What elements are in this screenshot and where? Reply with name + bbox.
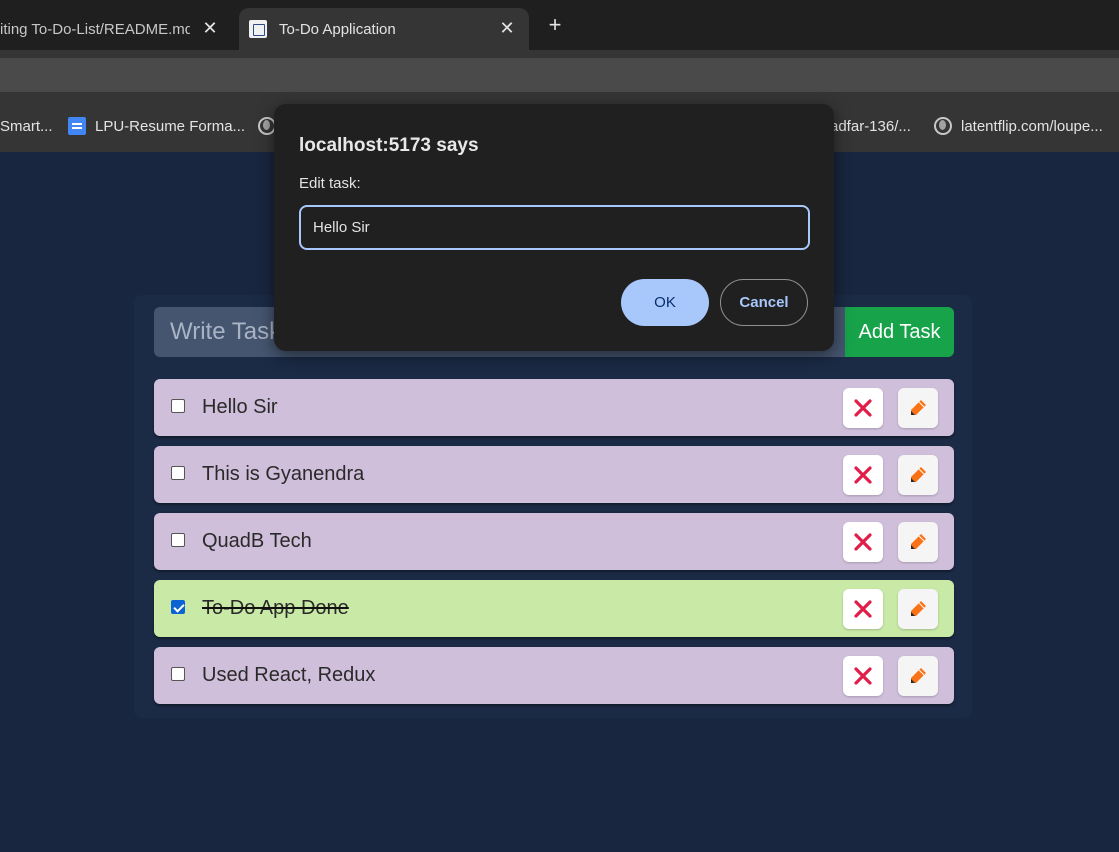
pencil-icon [911,601,926,616]
task-checkbox[interactable] [171,667,185,681]
edit-task-button[interactable] [898,455,938,495]
task-text: QuadB Tech [202,530,312,552]
bookmark-label: Smart... [0,117,53,135]
task-text: This is Gyanendra [202,463,365,485]
tab-todo-application[interactable]: To-Do Application ✕ [239,8,529,50]
notepad-favicon-icon [249,20,267,38]
pencil-icon [911,534,926,549]
tab-close-icon[interactable]: ✕ [200,18,220,38]
bookmark-lpu-resume[interactable]: LPU-Resume Forma... [68,116,245,136]
tab-title: To-Do Application [279,20,396,38]
ok-button[interactable]: OK [621,279,709,326]
task-checkbox[interactable] [171,533,185,547]
delete-task-button[interactable] [843,656,883,696]
edit-task-button[interactable] [898,589,938,629]
edit-task-button[interactable] [898,388,938,428]
delete-task-button[interactable] [843,589,883,629]
close-x-icon [854,667,872,685]
new-tab-icon[interactable]: + [545,13,565,37]
prompt-dialog: localhost:5173 says Edit task: OK Cancel [274,104,834,351]
address-bar[interactable] [0,58,1119,92]
dialog-title: localhost:5173 says [299,135,479,156]
task-text: Hello Sir [202,396,278,418]
browser-tab-bar: iting To-Do-List/README.md ✕ To-Do Appli… [0,0,1119,50]
globe-icon [934,117,952,135]
close-x-icon [854,466,872,484]
bookmark-latentflip[interactable]: latentflip.com/loupe... [934,116,1103,136]
cancel-button[interactable]: Cancel [720,279,808,326]
task-text: To-Do App Done [202,597,349,619]
add-task-button[interactable]: Add Task [845,307,954,357]
delete-task-button[interactable] [843,522,883,562]
bookmark-adfar[interactable]: adfar-136/... [830,116,911,136]
dialog-message: Edit task: [299,175,361,192]
bookmark-label: adfar-136/... [830,117,911,135]
task-checkbox[interactable] [171,399,185,413]
tab-title: iting To-Do-List/README.md [0,20,190,38]
task-item: This is Gyanendra [154,446,954,503]
close-x-icon [854,533,872,551]
tab-close-icon[interactable]: ✕ [497,18,517,38]
delete-task-button[interactable] [843,455,883,495]
browser-toolbar [0,50,1119,100]
delete-task-button[interactable] [843,388,883,428]
task-item: Hello Sir [154,379,954,436]
doc-icon [68,117,86,135]
task-checkbox[interactable] [171,600,185,614]
bookmark-label: LPU-Resume Forma... [95,117,246,135]
task-item: Used React, Redux [154,647,954,704]
close-x-icon [854,399,872,417]
task-checkbox[interactable] [171,466,185,480]
task-item: QuadB Tech [154,513,954,570]
pencil-icon [911,668,926,683]
task-text: Used React, Redux [202,664,376,686]
edit-task-input[interactable] [299,205,810,250]
tab-readme[interactable]: iting To-Do-List/README.md ✕ [0,8,236,50]
task-item: To-Do App Done [154,580,954,637]
edit-task-button[interactable] [898,522,938,562]
bookmark-label: latentflip.com/loupe... [961,117,1103,135]
pencil-icon [911,400,926,415]
edit-task-button[interactable] [898,656,938,696]
bookmark-smart[interactable]: Smart... [0,116,53,136]
close-x-icon [854,600,872,618]
pencil-icon [911,467,926,482]
